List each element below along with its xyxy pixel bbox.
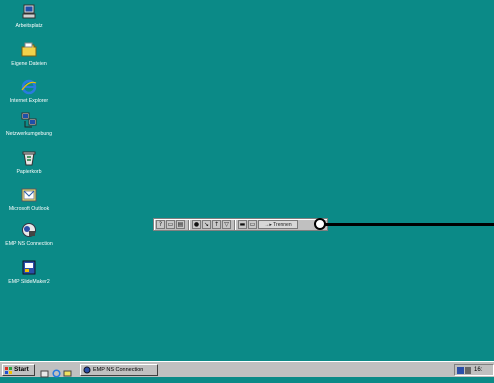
internet-explorer-icon[interactable]	[52, 365, 61, 378]
desktop-icon-papierkorb[interactable]: Papierkorb	[0, 149, 58, 175]
emp-slidemaker-icon	[20, 259, 38, 277]
info-icon[interactable]: ●	[192, 220, 201, 229]
mute-icon[interactable]: ↘	[202, 220, 211, 229]
toolbar-separator	[188, 219, 190, 230]
desktop-icon-label: Papierkorb	[16, 169, 42, 175]
desktop-icon-label: EMP SlideMaker2	[8, 279, 50, 285]
recycle-bin-icon	[20, 149, 38, 167]
callout-line	[320, 223, 494, 226]
desktop-icon-internet-explorer[interactable]: Internet Explorer	[0, 78, 58, 104]
emp-ns-toolbar: ? ▭ ▤ ● ↘ ↑ ▽ ▬ ▭ →▸ Trennen	[153, 218, 328, 231]
desktop-icon-label: Internet Explorer	[9, 98, 49, 104]
outlook-icon	[20, 186, 38, 204]
emp-ns-connection-icon	[20, 221, 38, 239]
volume-tray-icon[interactable]	[465, 366, 471, 374]
show-desktop-icon[interactable]	[40, 365, 49, 378]
taskbar: Start EMP NS Connection 16:	[0, 361, 494, 378]
callout-marker	[314, 218, 326, 230]
clock: 16:	[474, 367, 483, 373]
start-label: Start	[14, 366, 29, 373]
desktop-icon-label: Eigene Dateien	[11, 61, 47, 67]
freeze-icon[interactable]: ▽	[222, 220, 231, 229]
windows-logo-icon	[5, 366, 12, 374]
folder-icon	[20, 41, 38, 59]
desktop-icon-emp-ns-connection[interactable]: EMP NS Connection	[0, 221, 58, 247]
start-button[interactable]: Start	[2, 364, 35, 376]
desktop-icon-netzwerkumgebung[interactable]: Netzwerkumgebung	[0, 111, 58, 137]
taskbar-item-emp-ns-connection[interactable]: EMP NS Connection	[80, 364, 158, 376]
desktop-icon-label: Arbeitsplatz	[15, 23, 43, 29]
desktop-icon-emp-slidemaker2[interactable]: EMP SlideMaker2	[0, 259, 58, 285]
desktop-icon-microsoft-outlook[interactable]: Microsoft Outlook	[0, 186, 58, 212]
network-icon	[20, 111, 38, 129]
desktop-icon-arbeitsplatz[interactable]: Arbeitsplatz	[0, 3, 58, 29]
screen-icon[interactable]: ▬	[238, 220, 247, 229]
network-tray-icon[interactable]	[457, 366, 464, 374]
system-tray: 16:	[454, 364, 494, 376]
outlook-express-icon[interactable]	[63, 365, 72, 377]
internet-explorer-icon	[20, 78, 38, 96]
display-icon[interactable]: ▭	[166, 220, 175, 229]
pointer-icon[interactable]: ↑	[212, 220, 221, 229]
task-label: EMP NS Connection	[93, 367, 144, 373]
help-icon[interactable]: ?	[156, 220, 165, 229]
my-computer-icon	[20, 3, 38, 21]
disconnect-button[interactable]: →▸ Trennen	[258, 220, 298, 229]
toolbar-separator	[234, 219, 236, 230]
desktop-icon-label: Microsoft Outlook	[8, 206, 50, 212]
desktop-icon-label: Netzwerkumgebung	[5, 131, 53, 137]
volume-icon[interactable]: ▭	[248, 220, 257, 229]
document-icon[interactable]: ▤	[176, 220, 185, 229]
desktop-icon-label: EMP NS Connection	[5, 241, 53, 247]
emp-ns-connection-icon	[83, 366, 91, 374]
desktop-icon-eigene-dateien[interactable]: Eigene Dateien	[0, 41, 58, 67]
